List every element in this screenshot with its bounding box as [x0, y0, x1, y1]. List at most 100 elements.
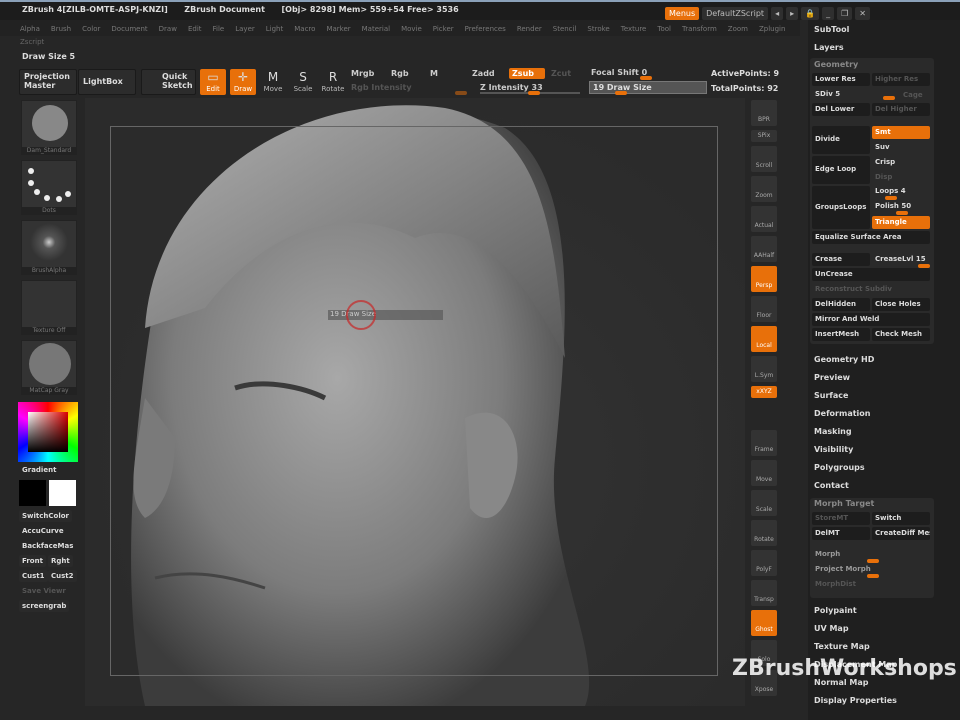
scale-button[interactable]: S Scale: [290, 69, 316, 95]
del-hidden-button[interactable]: DelHidden: [812, 298, 870, 311]
accucurve-button[interactable]: AccuCurve: [19, 525, 67, 537]
draw-size-slider[interactable]: 19 Draw Size: [589, 81, 707, 94]
geometry-section[interactable]: Geometry: [814, 60, 858, 69]
rotate-button[interactable]: R Rotate: [320, 69, 346, 95]
menu-file[interactable]: File: [213, 25, 225, 33]
close-icon[interactable]: ✕: [855, 7, 870, 20]
reconstruct-subdiv-button[interactable]: Reconstruct Subdiv: [812, 283, 930, 296]
menu-material[interactable]: Material: [362, 25, 390, 33]
section-deformation[interactable]: Deformation: [814, 409, 870, 418]
focal-shift-slider[interactable]: Focal Shift 0: [591, 68, 647, 77]
menu-layer[interactable]: Layer: [235, 25, 255, 33]
section-visibility[interactable]: Visibility: [814, 445, 853, 454]
prev-icon[interactable]: ◂: [771, 7, 784, 20]
default-zscript-button[interactable]: DefaultZScript: [702, 7, 769, 20]
check-mesh-button[interactable]: Check Mesh: [872, 328, 930, 341]
menus-button[interactable]: Menus: [665, 7, 700, 20]
primary-color-swatch[interactable]: [49, 480, 76, 506]
menu-preferences[interactable]: Preferences: [465, 25, 506, 33]
del-mt-button[interactable]: DelMT: [812, 527, 870, 540]
material-thumbnail[interactable]: MatCap Gray: [21, 340, 77, 395]
section-contact[interactable]: Contact: [814, 481, 849, 490]
section-texture-map[interactable]: Texture Map: [814, 642, 870, 651]
shelf-rotate-button[interactable]: Rotate: [751, 520, 777, 546]
edit-button[interactable]: ▭ Edit: [200, 69, 226, 95]
shelf-transp-button[interactable]: Transp: [751, 580, 777, 606]
z-intensity-knob[interactable]: [528, 91, 540, 95]
menu-marker[interactable]: Marker: [326, 25, 350, 33]
alpha-thumbnail[interactable]: BrushAlpha: [21, 220, 77, 275]
quick-sketch-button[interactable]: Quick Sketch: [141, 69, 196, 95]
switch-color-button[interactable]: SwitchColor: [19, 510, 72, 522]
lock-icon[interactable]: 🔒: [801, 7, 820, 20]
cust1-button[interactable]: Cust1: [19, 570, 48, 582]
menu-tool[interactable]: Tool: [657, 25, 671, 33]
section-polygroups[interactable]: Polygroups: [814, 463, 865, 472]
groups-loops-button[interactable]: GroupsLoops: [812, 186, 870, 229]
front-view-button[interactable]: Front: [19, 555, 46, 567]
crease-button[interactable]: Crease: [812, 253, 870, 266]
cust2-button[interactable]: Cust2: [48, 570, 77, 582]
shelf-move-button[interactable]: Move: [751, 460, 777, 486]
smt-toggle[interactable]: Smt: [872, 126, 930, 139]
menu-transform[interactable]: Transform: [682, 25, 717, 33]
texture-thumbnail[interactable]: Texture Off: [21, 280, 77, 335]
menu-stencil[interactable]: Stencil: [553, 25, 577, 33]
restore-icon[interactable]: ❐: [837, 7, 853, 20]
morph-target-section[interactable]: Morph Target: [814, 499, 874, 508]
menu-zoom[interactable]: Zoom: [728, 25, 748, 33]
zadd-button[interactable]: Zadd: [472, 69, 495, 78]
rgb-intensity-slider[interactable]: Rgb Intensity: [351, 83, 412, 92]
shelf-persp-button[interactable]: Persp: [751, 266, 777, 292]
edge-loop-button[interactable]: Edge Loop: [812, 156, 870, 184]
crisp-toggle[interactable]: Crisp: [872, 156, 930, 169]
subtool-section[interactable]: SubTool: [814, 25, 849, 34]
rgb-button[interactable]: Rgb: [391, 69, 409, 78]
menu-texture[interactable]: Texture: [621, 25, 647, 33]
minimize-icon[interactable]: _: [822, 7, 835, 20]
color-picker[interactable]: [18, 402, 78, 462]
shelf-floor-button[interactable]: Floor: [751, 296, 777, 322]
shelf-bpr-button[interactable]: BPR: [751, 100, 777, 126]
del-higher-button[interactable]: Del Higher: [872, 103, 930, 116]
switch-button[interactable]: Switch: [872, 512, 930, 525]
rgb-intensity-knob[interactable]: [455, 91, 467, 95]
save-viewer-button[interactable]: Save Viewr: [19, 585, 69, 597]
menu-document[interactable]: Document: [111, 25, 147, 33]
mrgb-button[interactable]: Mrgb: [351, 69, 374, 78]
shelf-local-button[interactable]: Local: [751, 326, 777, 352]
color-square[interactable]: [28, 412, 68, 452]
section-uv-map[interactable]: UV Map: [814, 624, 849, 633]
shelf-frame-button[interactable]: Frame: [751, 430, 777, 456]
shelf-actual-button[interactable]: Actual: [751, 206, 777, 232]
project-morph-slider[interactable]: Project Morph: [812, 563, 902, 576]
store-mt-button[interactable]: StoreMT: [812, 512, 870, 525]
shelf-scroll-button[interactable]: Scroll: [751, 146, 777, 172]
menu-color[interactable]: Color: [82, 25, 100, 33]
draw-button[interactable]: ✛ Draw: [230, 69, 256, 95]
higher-res-button[interactable]: Higher Res: [872, 73, 930, 86]
triangle-toggle[interactable]: Triangle: [872, 216, 930, 229]
menu-zplugin[interactable]: Zplugin: [759, 25, 785, 33]
morph-dist-slider[interactable]: MorphDist: [812, 578, 872, 591]
m-button[interactable]: M: [430, 69, 438, 78]
draw-size-knob[interactable]: [615, 91, 627, 95]
section-masking[interactable]: Masking: [814, 427, 852, 436]
shelf-spix-button[interactable]: SPix: [751, 130, 777, 142]
shelf-polyf-button[interactable]: PolyF: [751, 550, 777, 576]
section-display-properties[interactable]: Display Properties: [814, 696, 897, 705]
menu-render[interactable]: Render: [517, 25, 542, 33]
menu-brush[interactable]: Brush: [51, 25, 71, 33]
shelf-scale-button[interactable]: Scale: [751, 490, 777, 516]
sdiv-slider[interactable]: SDiv 5: [812, 88, 872, 101]
zsub-button[interactable]: Zsub: [509, 68, 545, 79]
shelf-lsym-button[interactable]: L.Sym: [751, 356, 777, 382]
focal-shift-knob[interactable]: [640, 76, 652, 80]
cage-button[interactable]: Cage: [900, 89, 930, 102]
shelf-xxyz-button[interactable]: xXYZ: [751, 386, 777, 398]
menu-picker[interactable]: Picker: [433, 25, 454, 33]
shelf-aahalf-button[interactable]: AAHalf: [751, 236, 777, 262]
loops-slider[interactable]: Loops 4: [872, 185, 930, 198]
move-button[interactable]: M Move: [260, 69, 286, 95]
menu-movie[interactable]: Movie: [401, 25, 422, 33]
